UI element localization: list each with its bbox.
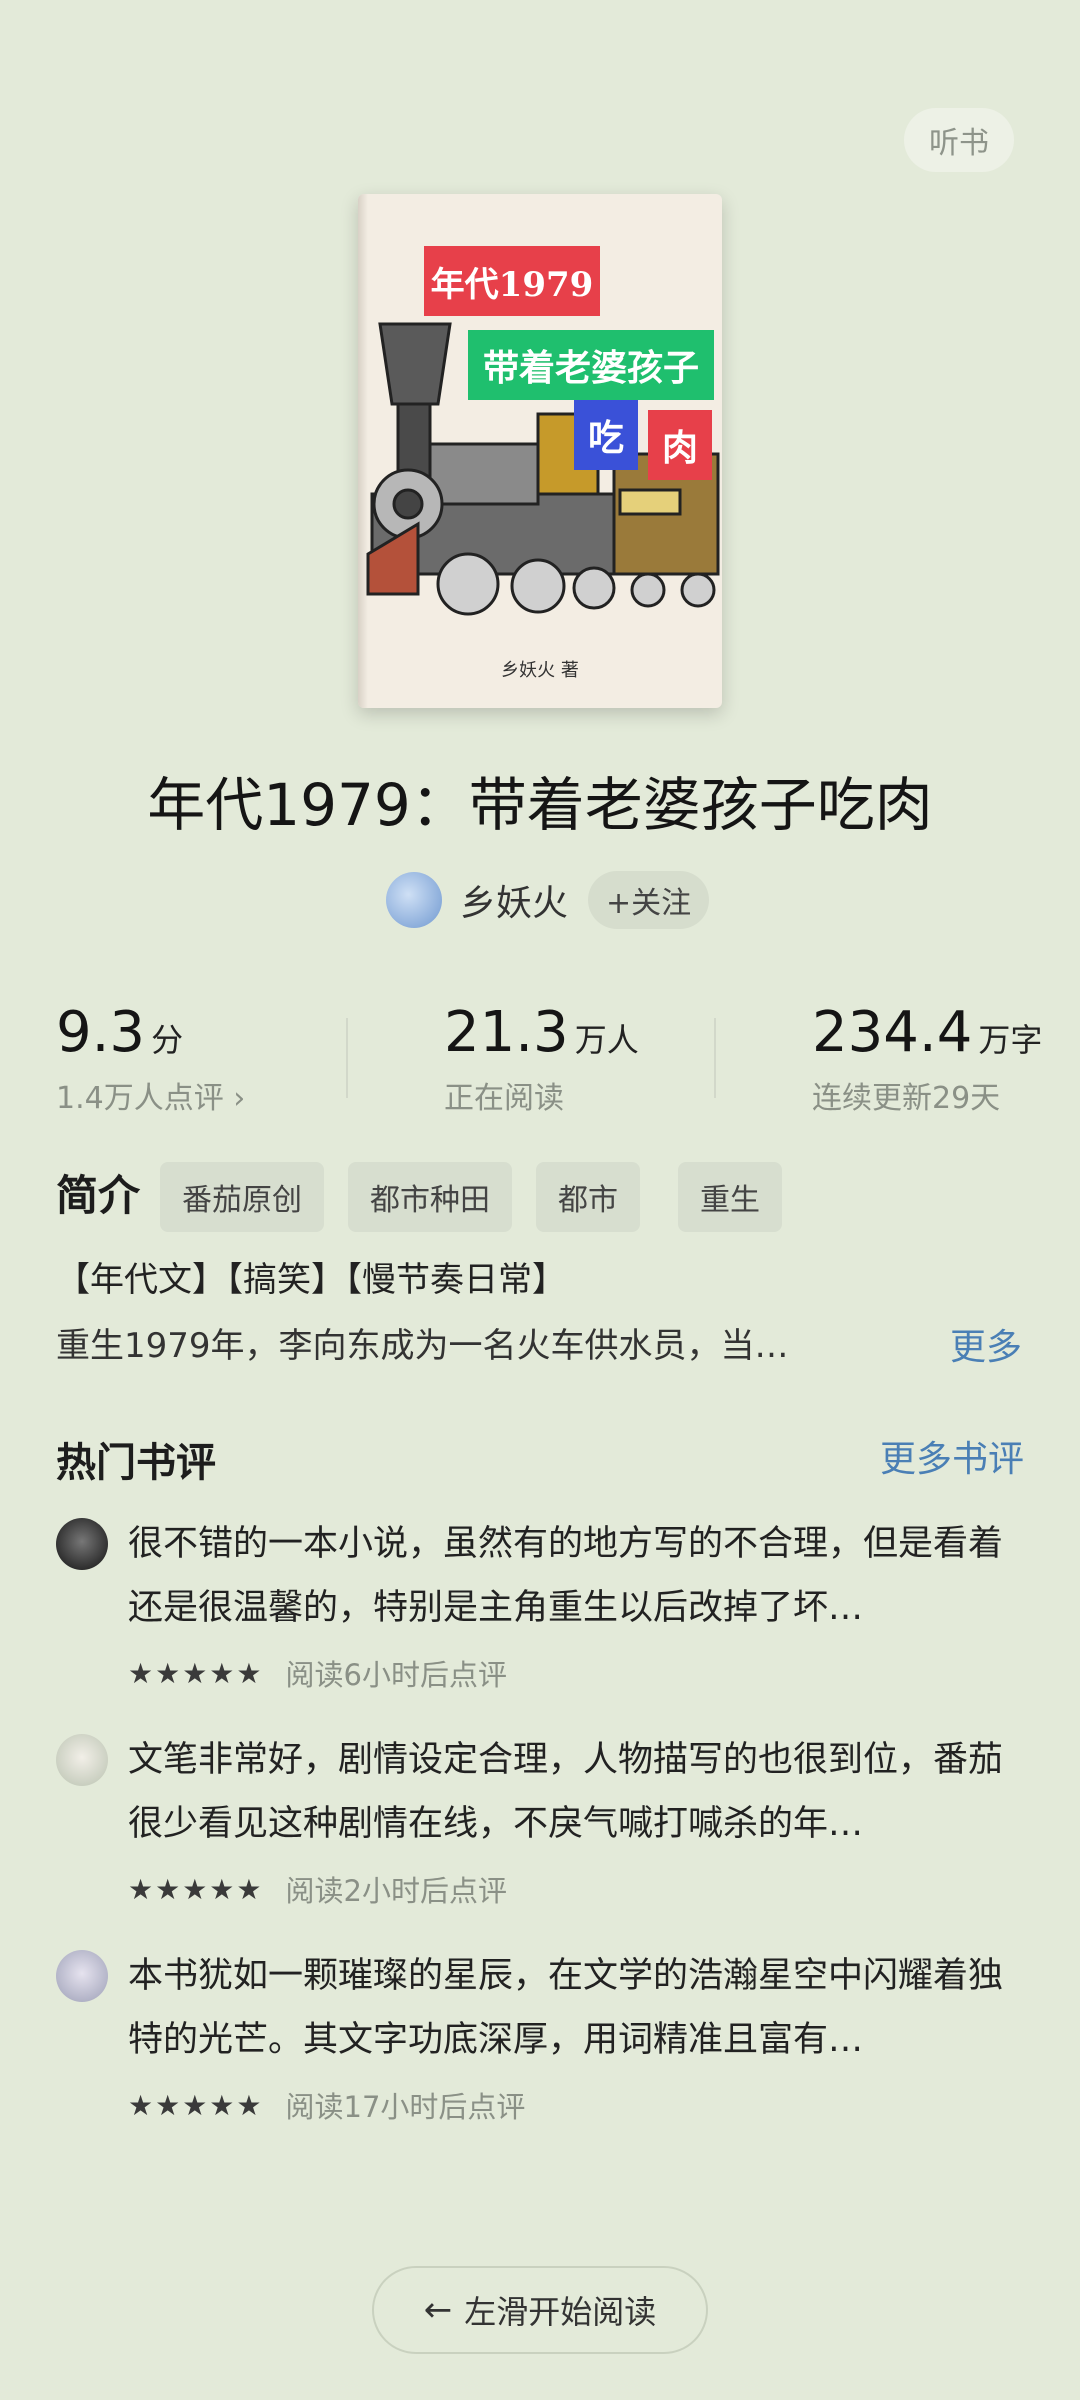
tag-rebirth[interactable]: 重生 [678, 1162, 782, 1232]
words-value: 234.4 [812, 1000, 973, 1065]
listen-button[interactable]: 听书 [904, 108, 1014, 172]
readers-unit: 万人 [574, 1021, 639, 1059]
reviewer-avatar[interactable] [56, 1734, 108, 1786]
book-cover[interactable]: 年代1979 带着老婆孩子 吃 肉 乡妖火 著 [358, 194, 722, 708]
readers-value: 21.3 [444, 1000, 569, 1065]
star-rating: ★★★★★ [128, 1872, 264, 1906]
rating-unit: 分 [151, 1021, 184, 1059]
stat-divider [714, 1018, 716, 1098]
cover-tag-2: 带着老婆孩子 [468, 330, 714, 400]
review-meta: ★★★★★ 阅读17小时后点评 [128, 2084, 525, 2126]
start-reading-button[interactable]: ← 左滑开始阅读 [372, 2266, 708, 2354]
reviewer-avatar[interactable] [56, 1518, 108, 1570]
tag-fanqie-original[interactable]: 番茄原创 [160, 1162, 324, 1232]
more-reviews-link[interactable]: 更多书评 [880, 1430, 1024, 1482]
review-time: 阅读17小时后点评 [285, 2090, 526, 2124]
reviews-title: 热门书评 [56, 1440, 216, 1486]
stat-words: 234.4 万字 连续更新29天 [812, 1000, 1042, 1117]
rating-count: 1.4万人点评 › [56, 1081, 246, 1116]
cover-tag-4: 肉 [648, 410, 712, 480]
cover-tag-3: 吃 [574, 400, 638, 470]
review-time: 阅读2小时后点评 [285, 1874, 507, 1908]
review-text: 文笔非常好，剧情设定合理，人物描写的也很到位，番茄很少看见这种剧情在线，不戾气喊… [128, 1740, 1004, 1844]
intro-label: 简介 [56, 1171, 141, 1220]
follow-button[interactable]: +关注 [588, 871, 710, 929]
star-rating: ★★★★★ [128, 2088, 264, 2122]
review-text: 很不错的一本小说，虽然有的地方写的不合理，但是看着还是很温馨的，特别是主角重生以… [128, 1524, 1004, 1628]
book-title: 年代1979：带着老婆孩子吃肉 [147, 771, 933, 839]
cover-author-line: 乡妖火 著 [501, 660, 579, 681]
author-row: 乡妖火 +关注 [386, 868, 710, 932]
readers-label: 正在阅读 [444, 1081, 564, 1116]
intro-summary[interactable]: 重生1979年，李向东成为一名火车供水员，当… [56, 1318, 896, 1367]
tag-urban-farming[interactable]: 都市种田 [348, 1162, 512, 1232]
review-meta: ★★★★★ 阅读6小时后点评 [128, 1652, 507, 1694]
review-meta: ★★★★★ 阅读2小时后点评 [128, 1868, 507, 1910]
stat-readers: 21.3 万人 正在阅读 [444, 1000, 639, 1117]
review-item[interactable]: 很不错的一本小说，虽然有的地方写的不合理，但是看着还是很温馨的，特别是主角重生以… [56, 1512, 1024, 1712]
review-item[interactable]: 文笔非常好，剧情设定合理，人物描写的也很到位，番茄很少看见这种剧情在线，不戾气喊… [56, 1728, 1024, 1928]
stat-rating[interactable]: 9.3 分 1.4万人点评 › [56, 1000, 245, 1117]
cover-tag-1: 年代1979 [424, 246, 600, 316]
author-name[interactable]: 乡妖火 [460, 874, 568, 926]
intro-keywords: 【年代文】【搞笑】【慢节奏日常】 [56, 1260, 566, 1300]
reviewer-avatar[interactable] [56, 1950, 108, 2002]
tag-urban[interactable]: 都市 [536, 1162, 640, 1232]
review-time: 阅读6小时后点评 [285, 1658, 507, 1692]
review-item[interactable]: 本书犹如一颗璀璨的星辰，在文学的浩瀚星空中闪耀着独特的光芒。其文字功底深厚，用词… [56, 1944, 1024, 2144]
intro-more-link[interactable]: 更多 [950, 1318, 1022, 1370]
update-streak: 连续更新29天 [812, 1081, 1001, 1116]
star-rating: ★★★★★ [128, 1656, 264, 1690]
review-text: 本书犹如一颗璀璨的星辰，在文学的浩瀚星空中闪耀着独特的光芒。其文字功底深厚，用词… [128, 1956, 1004, 2060]
rating-value: 9.3 [56, 1000, 146, 1065]
words-unit: 万字 [978, 1021, 1043, 1059]
author-avatar[interactable] [386, 872, 442, 928]
stat-divider [346, 1018, 348, 1098]
start-reading-label: 左滑开始阅读 [464, 2293, 657, 2331]
arrow-left-icon: ← [423, 2290, 453, 2330]
